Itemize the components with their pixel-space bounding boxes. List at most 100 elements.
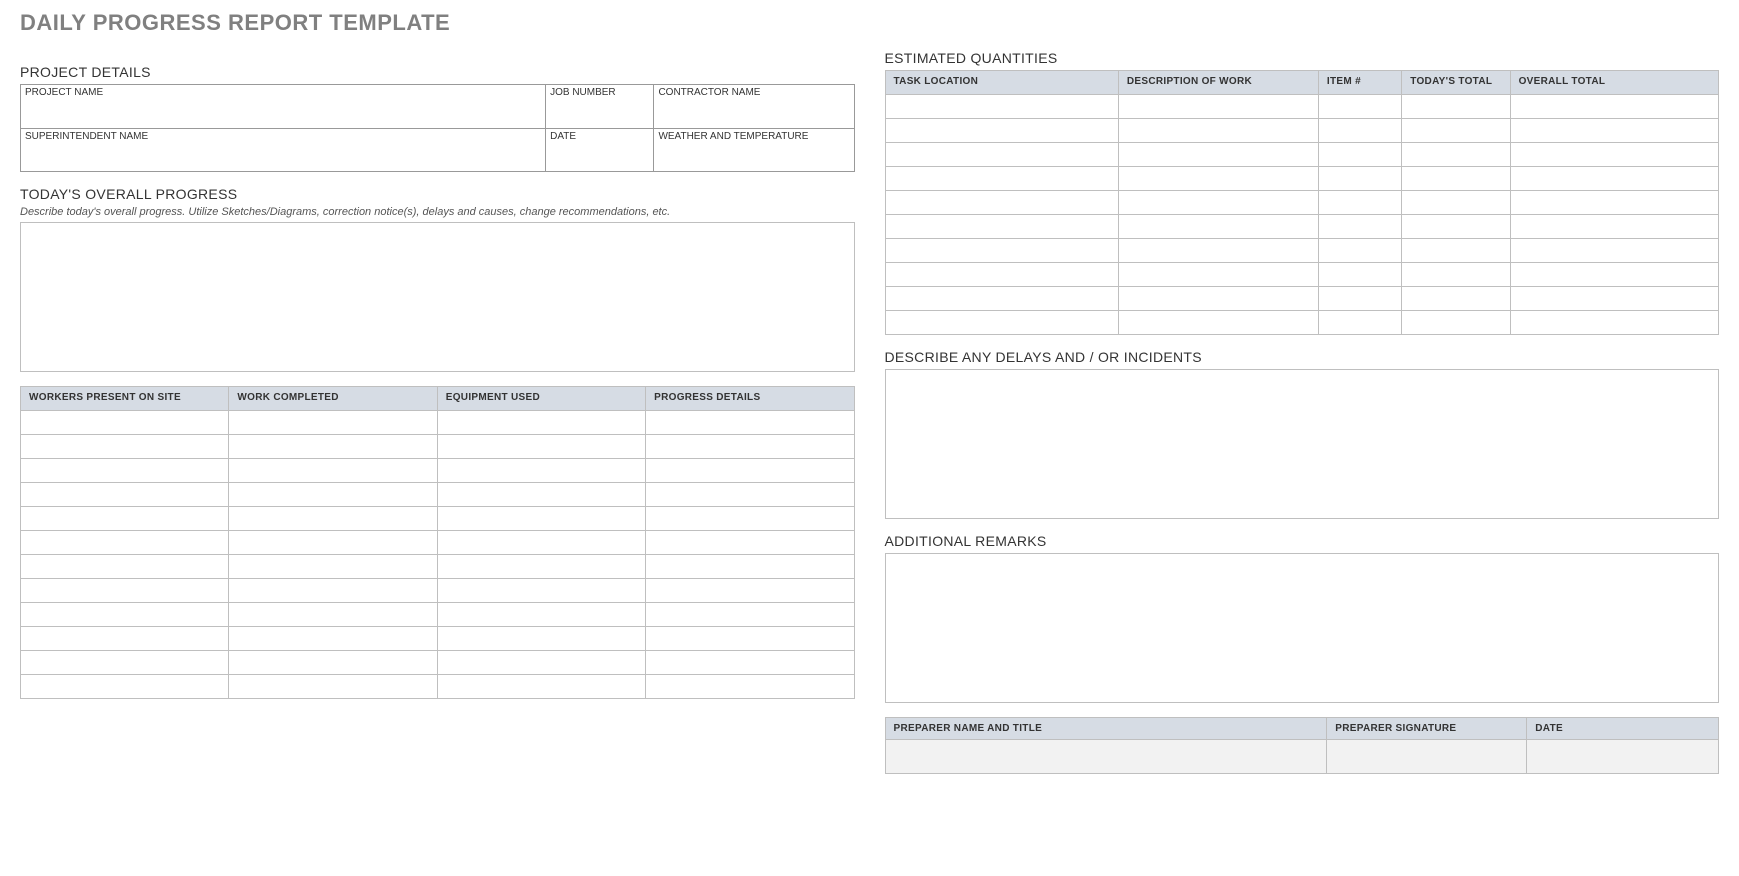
qty-cell[interactable] [1118, 143, 1318, 167]
progress-cell[interactable] [646, 411, 854, 435]
progress-cell[interactable] [437, 555, 645, 579]
job-number-input[interactable] [546, 100, 654, 128]
progress-cell[interactable] [21, 627, 229, 651]
qty-cell[interactable] [1318, 119, 1401, 143]
qty-cell[interactable] [1510, 239, 1718, 263]
progress-cell[interactable] [646, 435, 854, 459]
progress-cell[interactable] [437, 507, 645, 531]
progress-cell[interactable] [646, 675, 854, 699]
preparer-signature-input[interactable] [1327, 740, 1527, 774]
progress-cell[interactable] [229, 459, 437, 483]
qty-cell[interactable] [1402, 311, 1510, 335]
progress-cell[interactable] [646, 579, 854, 603]
qty-cell[interactable] [1118, 119, 1318, 143]
signoff-date-input[interactable] [1527, 740, 1719, 774]
progress-cell[interactable] [21, 507, 229, 531]
qty-cell[interactable] [1318, 215, 1401, 239]
qty-cell[interactable] [885, 239, 1118, 263]
progress-cell[interactable] [229, 531, 437, 555]
progress-cell[interactable] [229, 483, 437, 507]
qty-cell[interactable] [885, 311, 1118, 335]
weather-input[interactable] [654, 144, 854, 172]
progress-cell[interactable] [229, 579, 437, 603]
qty-cell[interactable] [1510, 215, 1718, 239]
qty-cell[interactable] [1402, 95, 1510, 119]
progress-cell[interactable] [229, 603, 437, 627]
qty-cell[interactable] [1318, 143, 1401, 167]
contractor-name-input[interactable] [654, 100, 854, 128]
qty-cell[interactable] [885, 215, 1118, 239]
progress-cell[interactable] [646, 483, 854, 507]
progress-cell[interactable] [21, 483, 229, 507]
project-name-input[interactable] [21, 100, 546, 128]
qty-cell[interactable] [1402, 263, 1510, 287]
progress-cell[interactable] [21, 603, 229, 627]
qty-cell[interactable] [1510, 119, 1718, 143]
qty-cell[interactable] [1118, 215, 1318, 239]
progress-cell[interactable] [21, 435, 229, 459]
qty-cell[interactable] [1318, 287, 1401, 311]
progress-cell[interactable] [646, 603, 854, 627]
superintendent-input[interactable] [21, 144, 546, 172]
qty-cell[interactable] [1510, 191, 1718, 215]
qty-cell[interactable] [1402, 119, 1510, 143]
progress-cell[interactable] [21, 411, 229, 435]
progress-cell[interactable] [646, 531, 854, 555]
qty-cell[interactable] [1318, 311, 1401, 335]
qty-cell[interactable] [885, 287, 1118, 311]
progress-cell[interactable] [437, 435, 645, 459]
progress-cell[interactable] [646, 459, 854, 483]
progress-cell[interactable] [437, 579, 645, 603]
progress-cell[interactable] [437, 459, 645, 483]
progress-cell[interactable] [646, 627, 854, 651]
qty-cell[interactable] [1402, 239, 1510, 263]
qty-cell[interactable] [1118, 263, 1318, 287]
qty-cell[interactable] [1402, 287, 1510, 311]
qty-cell[interactable] [1510, 287, 1718, 311]
qty-cell[interactable] [1118, 95, 1318, 119]
qty-cell[interactable] [1118, 167, 1318, 191]
qty-cell[interactable] [1402, 167, 1510, 191]
progress-cell[interactable] [437, 531, 645, 555]
qty-cell[interactable] [1318, 167, 1401, 191]
progress-cell[interactable] [21, 651, 229, 675]
progress-cell[interactable] [437, 675, 645, 699]
qty-cell[interactable] [1118, 311, 1318, 335]
progress-cell[interactable] [229, 627, 437, 651]
delays-box[interactable] [885, 369, 1720, 519]
progress-cell[interactable] [437, 651, 645, 675]
qty-cell[interactable] [885, 263, 1118, 287]
progress-cell[interactable] [229, 651, 437, 675]
progress-cell[interactable] [437, 483, 645, 507]
qty-cell[interactable] [885, 119, 1118, 143]
qty-cell[interactable] [1118, 191, 1318, 215]
qty-cell[interactable] [1402, 191, 1510, 215]
qty-cell[interactable] [885, 143, 1118, 167]
qty-cell[interactable] [1402, 143, 1510, 167]
progress-cell[interactable] [229, 507, 437, 531]
progress-cell[interactable] [437, 603, 645, 627]
date-input[interactable] [546, 144, 654, 172]
qty-cell[interactable] [1510, 263, 1718, 287]
qty-cell[interactable] [885, 167, 1118, 191]
remarks-box[interactable] [885, 553, 1720, 703]
progress-cell[interactable] [21, 459, 229, 483]
progress-cell[interactable] [21, 675, 229, 699]
qty-cell[interactable] [885, 191, 1118, 215]
progress-cell[interactable] [21, 579, 229, 603]
qty-cell[interactable] [885, 95, 1118, 119]
qty-cell[interactable] [1318, 239, 1401, 263]
qty-cell[interactable] [1318, 191, 1401, 215]
qty-cell[interactable] [1510, 167, 1718, 191]
progress-cell[interactable] [437, 411, 645, 435]
qty-cell[interactable] [1318, 263, 1401, 287]
progress-cell[interactable] [229, 555, 437, 579]
progress-cell[interactable] [437, 627, 645, 651]
qty-cell[interactable] [1510, 311, 1718, 335]
qty-cell[interactable] [1118, 287, 1318, 311]
qty-cell[interactable] [1318, 95, 1401, 119]
preparer-name-input[interactable] [885, 740, 1327, 774]
progress-cell[interactable] [229, 435, 437, 459]
overall-progress-box[interactable] [20, 222, 855, 372]
progress-cell[interactable] [21, 531, 229, 555]
